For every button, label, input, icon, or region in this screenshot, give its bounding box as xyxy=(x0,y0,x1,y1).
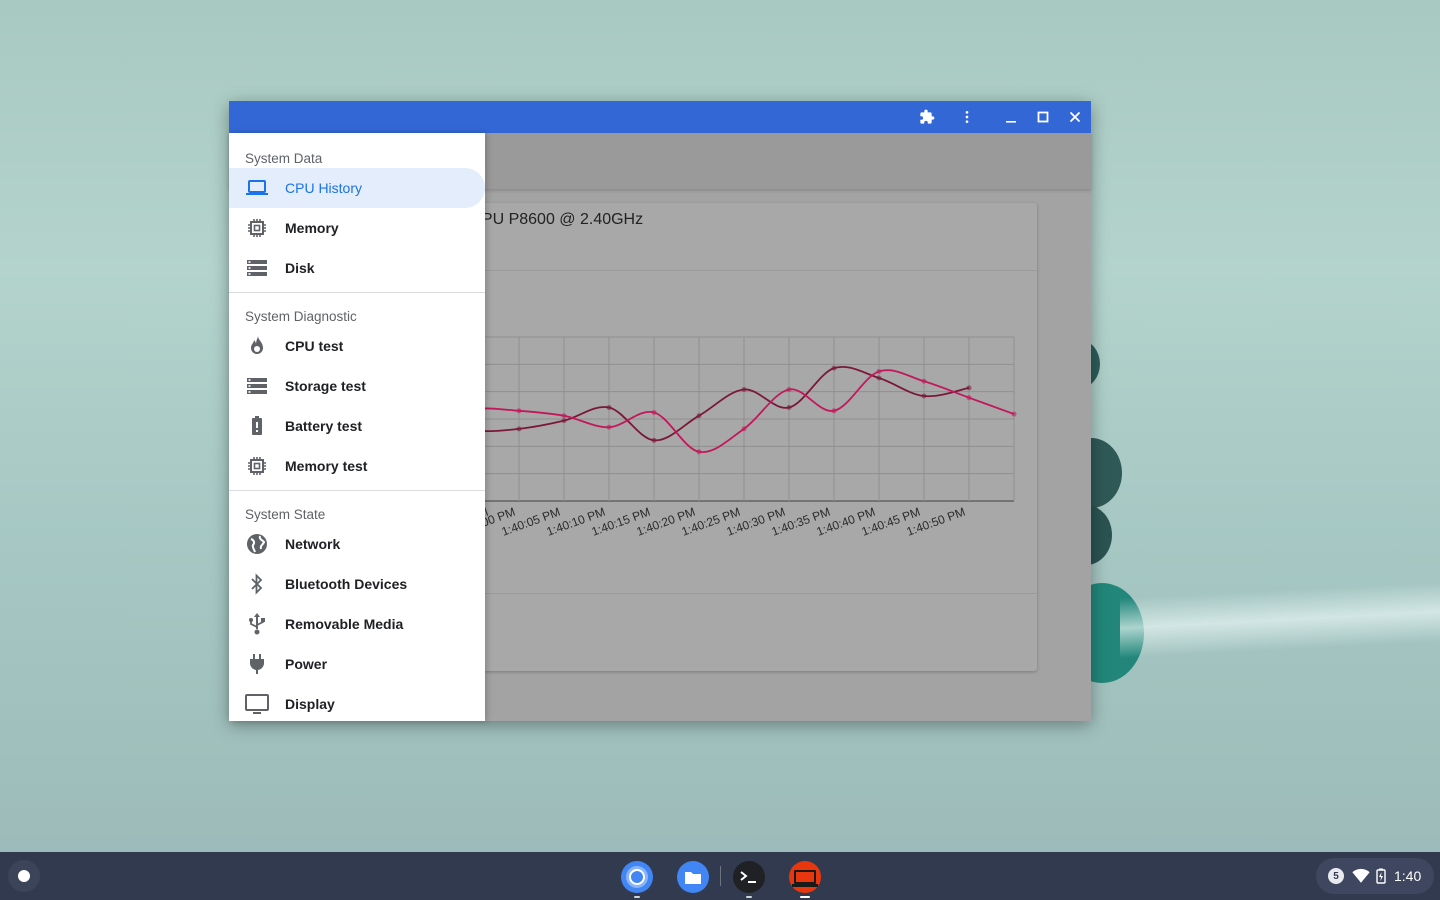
app-active-indicator xyxy=(800,896,810,898)
nav-item-display[interactable]: Display xyxy=(229,684,485,724)
series-line-2 xyxy=(457,369,1015,453)
data-point xyxy=(966,385,972,391)
data-point xyxy=(606,405,612,411)
app-running-indicator xyxy=(746,896,752,898)
nav-item-label: Memory xyxy=(285,220,339,236)
chip-icon xyxy=(245,454,269,478)
chrome-icon[interactable] xyxy=(620,860,654,894)
globe-icon xyxy=(245,532,269,556)
chip-icon xyxy=(245,216,269,240)
data-point xyxy=(696,449,702,455)
maximize-icon[interactable] xyxy=(1027,101,1059,133)
nav-item-label: Disk xyxy=(285,260,315,276)
clock[interactable]: 1:40 xyxy=(1394,868,1421,884)
data-point xyxy=(921,378,927,384)
nav-item-label: Network xyxy=(285,536,341,552)
card-divider xyxy=(457,593,1037,594)
data-point xyxy=(921,393,927,399)
nav-item-label: Removable Media xyxy=(285,616,404,632)
launcher-button[interactable] xyxy=(8,860,40,892)
launcher-icon xyxy=(18,870,30,882)
nav-item-label: Storage test xyxy=(285,378,366,394)
section-header: System State xyxy=(245,507,326,522)
usb-icon xyxy=(245,612,269,636)
data-point xyxy=(516,426,522,432)
battery-charging-icon xyxy=(1376,868,1386,884)
drawer-divider xyxy=(229,292,485,293)
data-point xyxy=(966,395,972,401)
nav-item-memory-test[interactable]: Memory test xyxy=(229,446,485,486)
close-icon[interactable] xyxy=(1059,101,1091,133)
data-point xyxy=(696,413,702,419)
nav-item-label: CPU History xyxy=(285,180,363,196)
shelf-separator xyxy=(720,866,721,886)
data-point xyxy=(876,375,882,381)
data-point xyxy=(651,437,657,443)
battery-alert-icon xyxy=(245,414,269,438)
data-point xyxy=(1011,411,1017,417)
storage-icon xyxy=(245,256,269,280)
files-icon[interactable] xyxy=(676,860,710,894)
nav-item-power[interactable]: Power xyxy=(229,644,485,684)
fire-icon xyxy=(245,334,269,358)
data-point xyxy=(741,386,747,392)
nav-item-memory[interactable]: Memory xyxy=(229,208,485,248)
nav-item-battery-test[interactable]: Battery test xyxy=(229,406,485,446)
nav-item-removable-media[interactable]: Removable Media xyxy=(229,604,485,644)
power-plug-icon xyxy=(245,652,269,676)
bluetooth-icon xyxy=(245,572,269,596)
nav-item-label: Battery test xyxy=(285,418,363,434)
status-tray[interactable]: 5 1:40 xyxy=(1316,858,1434,894)
data-point xyxy=(606,424,612,430)
minimize-icon[interactable] xyxy=(995,101,1027,133)
series-line-1 xyxy=(457,366,970,442)
data-point xyxy=(516,408,522,414)
data-point xyxy=(651,409,657,415)
diagnostics-app-icon[interactable] xyxy=(788,860,822,894)
data-point xyxy=(831,408,837,414)
app-running-indicator xyxy=(634,896,640,898)
nav-item-label: Memory test xyxy=(285,458,368,474)
data-point xyxy=(786,405,792,411)
data-point xyxy=(831,365,837,371)
section-header: System Diagnostic xyxy=(245,309,357,324)
cpu-history-chart: 55 PM1:40:00 PM1:40:05 PM1:40:10 PM1:40:… xyxy=(457,336,1017,539)
window-titlebar[interactable] xyxy=(229,101,1091,133)
nav-item-storage-test[interactable]: Storage test xyxy=(229,366,485,406)
data-point xyxy=(741,426,747,432)
nav-item-label: Display xyxy=(285,696,335,712)
data-point xyxy=(876,368,882,374)
more-vert-icon[interactable] xyxy=(951,101,983,133)
wifi-icon xyxy=(1352,868,1370,883)
section-header: System Data xyxy=(245,151,323,166)
nav-item-disk[interactable]: Disk xyxy=(229,248,485,288)
nav-item-label: CPU test xyxy=(285,338,344,354)
data-point xyxy=(561,418,567,424)
terminal-icon[interactable] xyxy=(732,860,766,894)
nav-item-cpu-test[interactable]: CPU test xyxy=(229,326,485,366)
wallpaper-streak xyxy=(1120,581,1440,659)
extension-icon[interactable] xyxy=(911,101,943,133)
nav-item-cpu-history[interactable]: CPU History xyxy=(229,168,485,208)
laptop-icon xyxy=(245,176,269,200)
monitor-icon xyxy=(245,692,269,716)
nav-item-bluetooth-devices[interactable]: Bluetooth Devices xyxy=(229,564,485,604)
data-point xyxy=(561,413,567,419)
cpu-history-card: o CPU P8600 @ 2.40GHz 55 PM1:40:00 PM1:4… xyxy=(457,203,1037,671)
nav-item-label: Power xyxy=(285,656,328,672)
navigation-drawer: System Data CPU History Memory Disk System D… xyxy=(229,133,485,721)
nav-item-label: Bluetooth Devices xyxy=(285,576,408,592)
nav-item-network[interactable]: Network xyxy=(229,524,485,564)
storage-icon xyxy=(245,374,269,398)
notification-count-badge: 5 xyxy=(1328,868,1344,884)
drawer-divider xyxy=(229,490,485,491)
data-point xyxy=(786,386,792,392)
